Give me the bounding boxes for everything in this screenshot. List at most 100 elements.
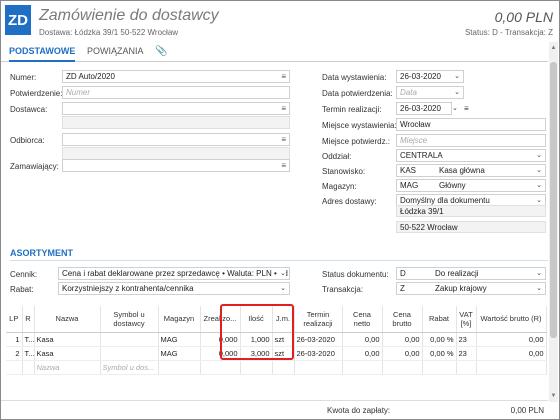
zamawiajacy-field[interactable]: ≡ <box>62 159 290 172</box>
col-header-ilosc[interactable]: Ilość <box>240 306 273 333</box>
table-header-row: LP R Nazwa Symbol u dostawcy Magazyn Zre… <box>6 306 547 333</box>
tab-powiazania[interactable]: POWIĄZANIA <box>87 46 144 62</box>
miejsce-wystawienia-label: Miejsce wystawienia: <box>322 121 397 130</box>
col-header-symbol[interactable]: Symbol u dostawcy <box>100 306 159 333</box>
potwierdzenie-field[interactable]: Numer <box>62 86 290 99</box>
document-title: Zamówienie do dostawcy <box>39 7 219 24</box>
cell-rabat[interactable]: 0,00 % <box>422 332 457 347</box>
col-header-cena-brutto[interactable]: Cena brutto <box>382 306 423 333</box>
magazyn-select[interactable]: MAG Główny ⌄ <box>396 179 546 192</box>
data-wystawienia-field[interactable]: 26-03-2020 ⌄ <box>396 70 464 83</box>
cell-ilosc[interactable]: 1,000 <box>240 332 273 347</box>
cell-ilosc[interactable]: 3,000 <box>240 346 273 361</box>
menu-icon[interactable]: ≡ <box>281 134 286 145</box>
cell-cena-brutto[interactable]: 0,00 <box>382 346 423 361</box>
chevron-down-icon[interactable]: ⌄ <box>454 71 460 82</box>
cell-vat[interactable]: 23 <box>456 346 477 361</box>
tab-podstawowe[interactable]: PODSTAWOWE <box>9 46 76 62</box>
status-dokumentu-select[interactable]: D Do realizacji ⌄ <box>396 267 546 280</box>
cell-cena-brutto[interactable]: 0,00 <box>382 332 423 347</box>
rabat-label: Rabat: <box>10 285 34 294</box>
kwota-label: Kwota do zapłaty: <box>327 406 391 415</box>
cell-cena-netto[interactable]: 0,00 <box>342 346 383 361</box>
asortyment-section-title: ASORTYMENT <box>10 248 73 258</box>
scroll-up-icon[interactable]: ▲ <box>550 44 557 52</box>
cell-termin[interactable]: 26-03-2020 <box>294 346 343 361</box>
cell-jm[interactable]: szt <box>272 346 295 361</box>
cell-rabat[interactable]: 0,00 % <box>422 346 457 361</box>
scroll-down-icon[interactable]: ▼ <box>550 392 557 400</box>
transakcja-select[interactable]: Z Zakup krajowy ⌄ <box>396 282 546 295</box>
menu-icon[interactable]: ≡ <box>464 104 469 113</box>
table-row[interactable]: 1 T... Kasa MAG 0,000 1,000 szt 26-03-20… <box>6 332 547 347</box>
chevron-down-icon[interactable]: ⌄ <box>536 268 542 279</box>
miejsce-wystawienia-field[interactable]: Wrocław <box>396 118 546 131</box>
rabat-select[interactable]: Korzystniejszy z kontrahenta/cennika ⌄ <box>58 282 290 295</box>
col-header-zrealizowano[interactable]: Zrealizo... <box>200 306 241 333</box>
odbiorca-field[interactable]: ≡ <box>62 133 290 146</box>
col-header-rabat[interactable]: Rabat <box>422 306 457 333</box>
data-wystawienia-label: Data wystawienia: <box>322 73 387 82</box>
cell-r[interactable]: T... <box>22 346 35 361</box>
stanowisko-select[interactable]: KAS Kasa główna ⌄ <box>396 164 546 177</box>
col-header-cena-netto[interactable]: Cena netto <box>342 306 383 333</box>
transakcja-value: Zakup krajowy <box>435 284 487 293</box>
col-header-r[interactable]: R <box>22 306 35 333</box>
col-header-termin[interactable]: Termin realizacji <box>294 306 343 333</box>
cell-lp: 2 <box>6 346 23 361</box>
miejsce-potwierdz-field[interactable]: Miejsce <box>396 134 546 147</box>
col-header-vat[interactable]: VAT [%] <box>456 306 477 333</box>
chevron-down-icon[interactable]: ⌄ <box>536 150 542 161</box>
attachment-icon[interactable]: 📎 <box>155 46 167 62</box>
cennik-select[interactable]: Cena i rabat deklarowane przez sprzedawc… <box>58 267 290 280</box>
chevron-down-icon[interactable]: ⌄ <box>278 268 286 279</box>
miejsce-potwierdz-label: Miejsce potwierdz.: <box>322 137 391 146</box>
cell-vat[interactable]: 23 <box>456 332 477 347</box>
document-subtitle: Dostawa: Łódzka 39/1 50-522 Wrocław <box>39 28 179 37</box>
cell-nazwa[interactable]: Kasa <box>34 332 101 347</box>
menu-icon[interactable]: ≡ <box>281 160 286 171</box>
new-row-symbol-input[interactable]: Symbol u dos... <box>100 360 159 375</box>
termin-realizacji-label: Termin realizacji: <box>322 105 382 114</box>
cell-magazyn[interactable]: MAG <box>158 332 201 347</box>
data-potwierdzenia-field[interactable]: Data ⌄ <box>396 86 464 99</box>
cell-magazyn[interactable]: MAG <box>158 346 201 361</box>
dostawca-field[interactable]: ≡ <box>62 102 290 115</box>
document-amount: 0,00 PLN <box>494 9 553 25</box>
col-header-magazyn[interactable]: Magazyn <box>158 306 201 333</box>
document-header: ZD Zamówienie do dostawcy Dostawa: Łódzk… <box>1 1 559 41</box>
cell-wartosc-brutto: 0,00 <box>476 346 547 361</box>
termin-realizacji-field[interactable]: 26-03-2020 <box>396 102 452 115</box>
menu-icon[interactable]: ≡ <box>281 103 286 114</box>
cell-symbol[interactable] <box>100 332 159 347</box>
menu-icon[interactable]: ≡ <box>281 71 286 82</box>
cell-symbol[interactable] <box>100 346 159 361</box>
chevron-down-icon[interactable]: ⌄ <box>452 104 458 112</box>
col-header-wartosc-brutto[interactable]: Wartość brutto (R) <box>476 306 547 333</box>
table-new-row[interactable]: Nazwa Symbol u dos... <box>6 360 547 375</box>
chevron-down-icon[interactable]: ⌄ <box>536 180 542 191</box>
chevron-down-icon[interactable]: ⌄ <box>536 165 542 176</box>
potwierdzenie-label: Potwierdzenie: <box>10 89 63 98</box>
col-header-nazwa[interactable]: Nazwa <box>34 306 101 333</box>
table-row[interactable]: 2 T... Kasa MAG 0,000 3,000 szt 26-03-20… <box>6 346 547 361</box>
data-wystawienia-value: 26-03-2020 <box>400 72 441 81</box>
chevron-down-icon[interactable]: ⌄ <box>280 283 286 294</box>
dostawca-label: Dostawca: <box>10 105 48 114</box>
col-header-lp[interactable]: LP <box>6 306 23 333</box>
numer-field[interactable]: ZD Auto/2020 ≡ <box>62 70 290 83</box>
scrollbar-thumb[interactable] <box>550 62 557 338</box>
cell-cena-netto[interactable]: 0,00 <box>342 332 383 347</box>
cell-r[interactable]: T... <box>22 332 35 347</box>
cell-termin[interactable]: 26-03-2020 <box>294 332 343 347</box>
col-header-jm[interactable]: J.m. <box>272 306 295 333</box>
dostawca-details <box>62 116 290 129</box>
cell-jm[interactable]: szt <box>272 332 295 347</box>
oddzial-select[interactable]: CENTRALA ⌄ <box>396 149 546 162</box>
new-row-nazwa-input[interactable]: Nazwa <box>34 360 101 375</box>
chevron-down-icon[interactable]: ⌄ <box>536 283 542 294</box>
cennik-value: Cena i rabat deklarowane przez sprzedawc… <box>62 269 290 278</box>
document-type-badge: ZD <box>5 5 31 35</box>
cell-nazwa[interactable]: Kasa <box>34 346 101 361</box>
chevron-down-icon[interactable]: ⌄ <box>454 87 460 98</box>
